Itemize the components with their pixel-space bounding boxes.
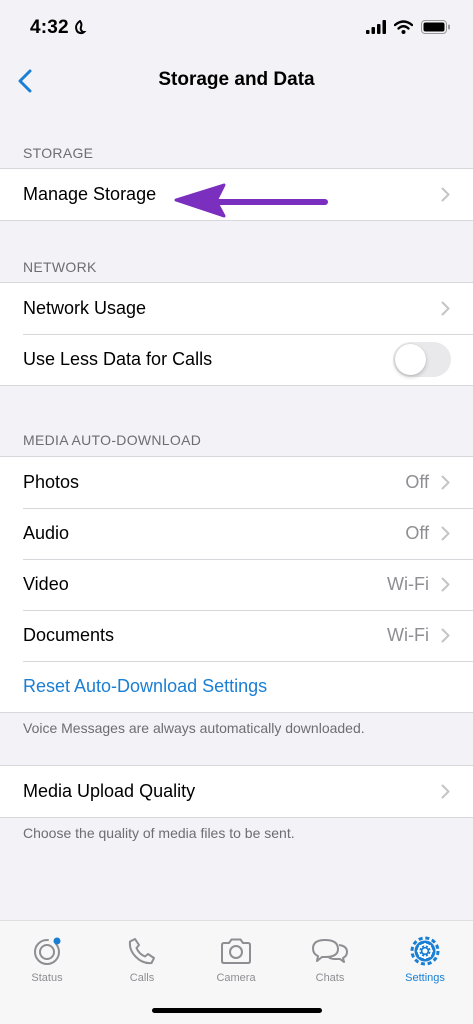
- tab-calls-label: Calls: [129, 972, 155, 984]
- annotation-arrow-icon: [174, 183, 328, 218]
- section-header-network: NETWORK: [23, 259, 97, 275]
- tab-chats-label: Chats: [315, 972, 345, 984]
- gear-icon: [410, 936, 440, 966]
- use-less-data-label: Use Less Data for Calls: [23, 349, 213, 369]
- voice-messages-footnote: Voice Messages are always automatically …: [23, 720, 365, 736]
- status-time: 4:32: [30, 17, 69, 38]
- chats-icon: [312, 939, 348, 963]
- tab-calls[interactable]: Calls: [102, 935, 182, 984]
- page-title: Storage and Data: [158, 69, 315, 90]
- navigation-bar: Storage and Data: [0, 54, 473, 108]
- chevron-right-icon: [441, 628, 451, 644]
- reset-auto-download-row[interactable]: Reset Auto-Download Settings: [0, 661, 473, 712]
- audio-row[interactable]: Audio Off: [0, 508, 473, 559]
- documents-label: Documents: [23, 625, 115, 645]
- chevron-right-icon: [441, 187, 451, 203]
- section-header-media-auto-download: MEDIA AUTO-DOWNLOAD: [23, 432, 202, 448]
- status-icons: [366, 20, 451, 34]
- network-usage-row[interactable]: Network Usage: [0, 283, 473, 334]
- tab-status[interactable]: Status: [7, 935, 87, 984]
- audio-label: Audio: [23, 523, 70, 543]
- media-auto-download-group: Photos Off Audio Off Video Wi-Fi Documen…: [0, 456, 473, 713]
- audio-value: Off: [405, 523, 429, 543]
- chevron-right-icon: [441, 526, 451, 542]
- battery-icon: [421, 20, 450, 34]
- focus-moon-icon: [75, 20, 87, 35]
- tab-settings[interactable]: Settings: [385, 935, 465, 984]
- chevron-right-icon: [441, 301, 451, 317]
- status-bar: 4:32: [0, 0, 473, 54]
- media-upload-quality-row[interactable]: Media Upload Quality: [0, 766, 473, 817]
- chevron-right-icon: [441, 577, 451, 593]
- video-value: Wi-Fi: [387, 574, 429, 594]
- tab-camera[interactable]: Camera: [196, 935, 276, 984]
- photos-row[interactable]: Photos Off: [0, 457, 473, 508]
- network-usage-label: Network Usage: [23, 298, 147, 318]
- photos-label: Photos: [23, 472, 80, 492]
- documents-value: Wi-Fi: [387, 625, 429, 645]
- upload-quality-footnote: Choose the quality of media files to be …: [23, 825, 295, 841]
- photos-value: Off: [405, 472, 429, 492]
- wifi-icon: [394, 20, 413, 34]
- upload-group: Media Upload Quality: [0, 765, 473, 818]
- status-icon: [34, 937, 61, 965]
- home-indicator: [152, 1008, 322, 1013]
- chevron-right-icon: [441, 784, 451, 800]
- use-less-data-row: Use Less Data for Calls: [0, 334, 473, 385]
- chevron-right-icon: [441, 475, 451, 491]
- tab-chats[interactable]: Chats: [290, 935, 370, 984]
- toggle-knob: [395, 344, 426, 375]
- documents-row[interactable]: Documents Wi-Fi: [0, 610, 473, 661]
- phone-icon: [128, 938, 155, 965]
- section-header-storage: STORAGE: [23, 145, 94, 161]
- tab-status-label: Status: [31, 972, 63, 984]
- cellular-signal-icon: [366, 20, 386, 34]
- use-less-data-toggle[interactable]: [393, 342, 451, 377]
- camera-icon: [221, 938, 251, 964]
- tab-settings-label: Settings: [405, 972, 445, 984]
- media-upload-quality-label: Media Upload Quality: [23, 781, 196, 801]
- video-label: Video: [23, 574, 69, 594]
- network-group: Network Usage Use Less Data for Calls: [0, 282, 473, 386]
- reset-auto-download-button[interactable]: Reset Auto-Download Settings: [23, 676, 267, 697]
- video-row[interactable]: Video Wi-Fi: [0, 559, 473, 610]
- tab-camera-label: Camera: [216, 972, 256, 984]
